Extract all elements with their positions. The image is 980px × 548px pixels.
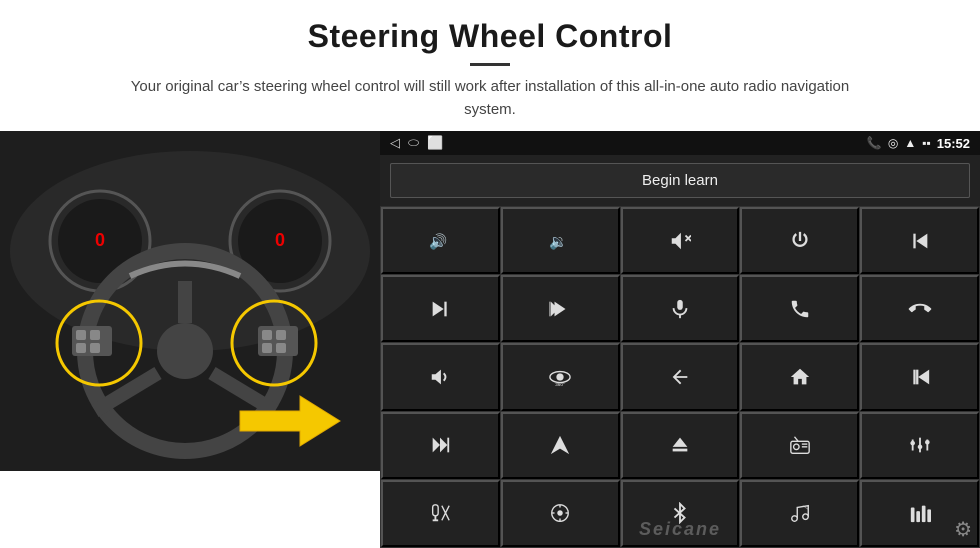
vol-down-button[interactable]: 🔉 (501, 207, 620, 274)
page-title: Steering Wheel Control (40, 18, 940, 55)
status-time: 15:52 (937, 136, 970, 151)
controls-grid: 🔊 🔉 (380, 206, 980, 548)
phone-status-icon: 📞 (867, 136, 882, 150)
wifi-icon: ▲ (904, 136, 916, 150)
svg-text:0: 0 (95, 230, 105, 250)
status-bar-left: ◁ ⬭ ⬜ (390, 135, 443, 151)
back-nav-icon[interactable]: ◁ (390, 135, 400, 151)
phone-button[interactable] (740, 275, 859, 342)
status-bar: ◁ ⬭ ⬜ 📞 ◎ ▲ ▪▪ 15:52 (380, 131, 980, 155)
home-button[interactable] (740, 343, 859, 410)
car-image-panel: 0 0 (0, 131, 380, 471)
svg-text:🔉: 🔉 (549, 234, 567, 250)
navigate-button[interactable] (501, 412, 620, 479)
subtitle-text: Your original car’s steering wheel contr… (110, 76, 870, 121)
mute-button[interactable] (621, 207, 740, 274)
radio-button[interactable] (740, 412, 859, 479)
power-button[interactable] (740, 207, 859, 274)
content-area: 0 0 (0, 131, 980, 548)
vol-up-button[interactable]: 🔊 (381, 207, 500, 274)
back-button[interactable] (621, 343, 740, 410)
svg-text:0: 0 (275, 230, 285, 250)
music-button[interactable] (740, 480, 859, 547)
next-track-button[interactable] (381, 275, 500, 342)
cam360-button[interactable]: 360° (501, 343, 620, 410)
page-container: Steering Wheel Control Your original car… (0, 0, 980, 548)
mic-button[interactable] (621, 275, 740, 342)
gps-icon: ◎ (888, 136, 898, 150)
title-divider (470, 63, 510, 66)
header-section: Steering Wheel Control Your original car… (0, 0, 980, 131)
status-bar-right: 📞 ◎ ▲ ▪▪ 15:52 (867, 136, 970, 151)
prev-seek-button[interactable] (501, 275, 620, 342)
begin-learn-button[interactable]: Begin learn (390, 163, 970, 198)
home-nav-icon[interactable]: ⬭ (408, 135, 419, 151)
begin-learn-row: Begin learn (380, 155, 980, 206)
recents-nav-icon[interactable]: ⬜ (427, 135, 443, 151)
gear-settings-icon[interactable]: ⚙ (954, 517, 972, 542)
prev-track-hold-button[interactable] (860, 207, 979, 274)
mic2-button[interactable] (381, 480, 500, 547)
svg-text:🔊: 🔊 (429, 232, 447, 250)
bluetooth-button[interactable] (621, 480, 740, 547)
hang-up-button[interactable] (860, 275, 979, 342)
battery-icon: ▪▪ (922, 136, 931, 150)
android-panel: ◁ ⬭ ⬜ 📞 ◎ ▲ ▪▪ 15:52 Begin learn (380, 131, 980, 548)
equalizer-button[interactable] (860, 412, 979, 479)
fast-fwd-button[interactable] (381, 412, 500, 479)
svg-text:360°: 360° (555, 382, 565, 387)
menu-wheel-button[interactable] (501, 480, 620, 547)
horn-button[interactable] (381, 343, 500, 410)
prev-chapter-button[interactable] (860, 343, 979, 410)
eject-button[interactable] (621, 412, 740, 479)
